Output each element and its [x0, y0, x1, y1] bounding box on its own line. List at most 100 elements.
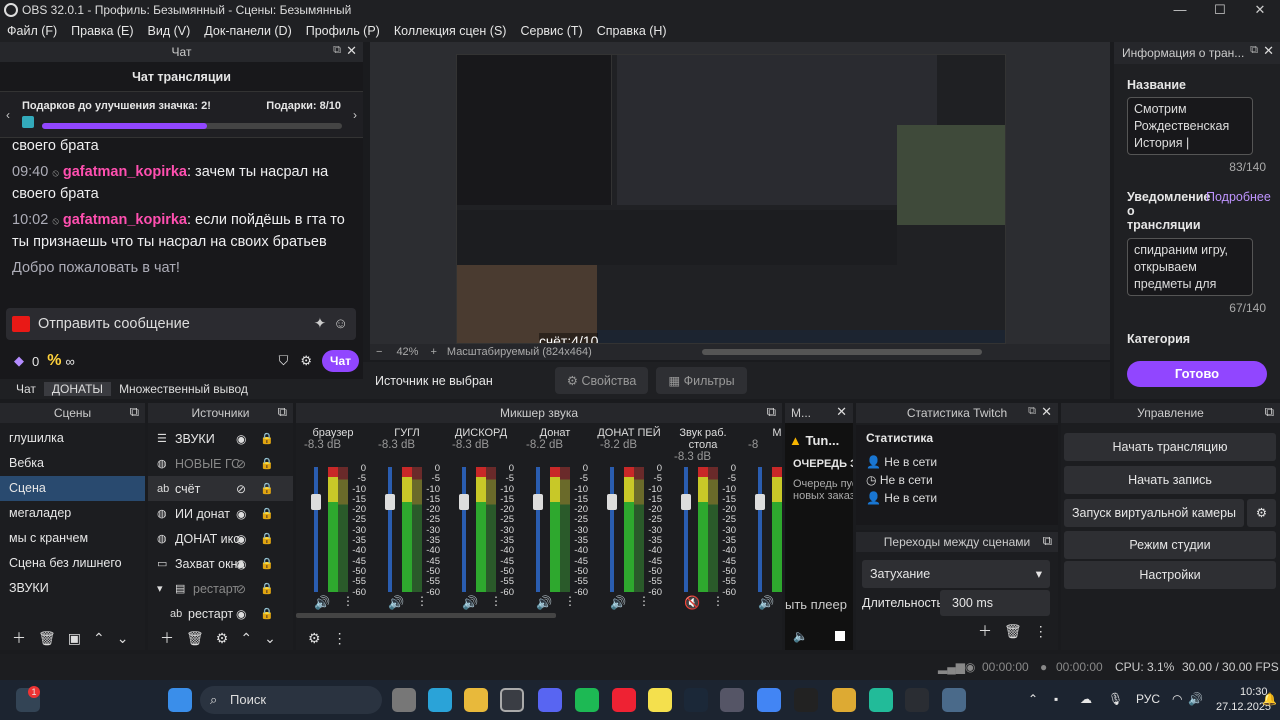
dock-close-icon[interactable]: ✕	[346, 43, 357, 59]
scene-item[interactable]: Сцена без лишнего	[0, 551, 145, 576]
lock-icon[interactable]: 🔒	[260, 557, 274, 570]
next-arrow-icon[interactable]: ›	[353, 108, 357, 122]
undock-icon[interactable]: ⧉	[1043, 533, 1052, 549]
menu-profile[interactable]: Профиль (P)	[299, 24, 387, 38]
lock-icon[interactable]: 🔒	[260, 507, 274, 520]
zoom-out-icon[interactable]: −	[376, 346, 382, 358]
zoom-in-icon[interactable]: +	[430, 346, 436, 358]
eye-icon[interactable]: ◉	[236, 507, 246, 521]
resolve-icon[interactable]	[794, 688, 818, 712]
obs-icon[interactable]	[500, 688, 524, 712]
telegram-icon[interactable]	[428, 688, 452, 712]
discord-icon[interactable]	[538, 688, 562, 712]
volume-fader[interactable]	[462, 467, 466, 592]
fader-knob[interactable]	[459, 494, 469, 510]
wifi-icon[interactable]: ◠	[1172, 692, 1182, 706]
undock-icon[interactable]: ⧉	[1265, 404, 1274, 420]
tray-icon[interactable]: ▪	[1054, 692, 1058, 706]
stop-icon[interactable]	[835, 631, 845, 641]
lock-icon[interactable]: 🔒	[260, 457, 274, 470]
app-icon[interactable]	[905, 688, 929, 712]
preview-scrollbar[interactable]	[701, 349, 982, 355]
msg-user[interactable]: gafatman_kopirka	[63, 212, 187, 228]
scene-item[interactable]: глушилка	[0, 426, 145, 451]
undock-icon[interactable]: ⧉	[1028, 405, 1036, 418]
gear-icon[interactable]: ⚙	[216, 630, 229, 647]
menu-scene-collection[interactable]: Коллекция сцен (S)	[387, 24, 514, 38]
virtual-camera-settings-icon[interactable]: ⚙	[1247, 499, 1276, 527]
fader-knob[interactable]	[681, 494, 691, 510]
lock-icon[interactable]: 🔒	[260, 607, 274, 620]
prev-arrow-icon[interactable]: ‹	[6, 108, 10, 122]
speaker-icon[interactable]: 🔊	[758, 595, 774, 611]
notification-input[interactable]: спидраним игру, открываем предметы для	[1127, 238, 1253, 296]
volume-fader[interactable]	[684, 467, 688, 592]
dock-close-icon[interactable]: ✕	[1263, 43, 1274, 59]
more-icon[interactable]: ⋮	[712, 594, 724, 608]
speaker-icon[interactable]: 🔊	[388, 595, 404, 611]
duration-input[interactable]: 300 ms	[940, 590, 1050, 616]
maximize-button[interactable]: ☐	[1200, 0, 1240, 20]
yandex-icon[interactable]	[612, 688, 636, 712]
done-button[interactable]: Готово	[1127, 361, 1267, 387]
scene-item[interactable]: Вебка	[0, 451, 145, 476]
tab-multistream[interactable]: Множественный вывод	[111, 382, 256, 396]
start-icon[interactable]	[168, 688, 192, 712]
notifications-icon[interactable]: 🔔	[1262, 692, 1277, 706]
menu-tools[interactable]: Сервис (T)	[513, 24, 589, 38]
studio-mode-button[interactable]: Режим студии	[1064, 531, 1276, 559]
undock-icon[interactable]: ⧉	[278, 404, 287, 420]
channel-points-icon[interactable]: %	[47, 352, 61, 370]
volume-fader[interactable]	[388, 467, 392, 592]
down-icon[interactable]: ⌄	[117, 630, 129, 647]
volume-icon[interactable]: 🔈	[793, 629, 808, 643]
title-input[interactable]: Смотрим Рождественская История |	[1127, 97, 1253, 155]
settings-button[interactable]: Настройки	[1064, 561, 1276, 589]
menu-docks[interactable]: Док-панели (D)	[197, 24, 298, 38]
mute-icon[interactable]: 🔇	[684, 595, 700, 611]
trash-icon[interactable]: 🗑	[1004, 623, 1022, 640]
tab-donations[interactable]: ДОНАТЫ	[43, 382, 112, 396]
volume-fader[interactable]	[314, 467, 318, 592]
more-icon[interactable]: ⋮	[342, 594, 354, 608]
dock-close-icon[interactable]: ✕	[836, 404, 847, 420]
app-icon[interactable]	[832, 688, 856, 712]
explorer-icon[interactable]	[464, 688, 488, 712]
more-icon[interactable]: ⋮	[638, 594, 650, 608]
chevron-down-icon[interactable]: ▾	[157, 582, 171, 595]
source-item[interactable]: ◍ НОВЫЕ ГС ⊘ 🔒	[148, 451, 293, 476]
cloud-icon[interactable]: ☁	[1080, 692, 1092, 706]
bits-icon[interactable]: ◆	[14, 353, 24, 369]
source-item[interactable]: ☰ ЗВУКИ ◉ 🔒	[148, 426, 293, 451]
fader-knob[interactable]	[311, 494, 321, 510]
speaker-icon[interactable]: 🔊	[462, 595, 478, 611]
scene-item-selected[interactable]: Сцена	[0, 476, 145, 501]
effects-icon[interactable]: ✦	[314, 316, 326, 332]
app-icon[interactable]	[869, 688, 893, 712]
more-icon[interactable]: ⋮	[564, 594, 576, 608]
start-streaming-button[interactable]: Начать трансляцию	[1064, 433, 1276, 461]
lock-icon[interactable]: 🔒	[260, 532, 274, 545]
transition-select[interactable]: Затухание ▾	[862, 560, 1050, 588]
undock-icon[interactable]: ⧉	[1250, 44, 1258, 57]
up-icon[interactable]: ⌃	[240, 630, 252, 647]
taskview-icon[interactable]	[392, 688, 416, 712]
volume-fader[interactable]	[758, 467, 762, 592]
lock-icon[interactable]: 🔒	[260, 582, 274, 595]
notes-icon[interactable]	[648, 688, 672, 712]
filters-button[interactable]: ▦ Фильтры	[656, 367, 747, 394]
dock-close-icon[interactable]: ✕	[1041, 404, 1052, 420]
language-indicator[interactable]: РУС	[1136, 692, 1160, 706]
chat-input[interactable]: Отправить сообщение ✦ ☺	[6, 308, 356, 340]
fader-knob[interactable]	[533, 494, 543, 510]
eye-hidden-icon[interactable]: ⊘	[236, 457, 246, 471]
source-group[interactable]: ▾ ▤ рестарт ⊘ 🔒	[148, 576, 293, 601]
settings-app-icon[interactable]	[720, 688, 744, 712]
trash-icon[interactable]: 🗑	[38, 630, 56, 647]
minimize-button[interactable]: —	[1160, 0, 1200, 20]
calculator-icon[interactable]	[942, 688, 966, 712]
eye-icon[interactable]: ◉	[236, 607, 246, 621]
more-icon[interactable]: ⋮	[1034, 623, 1048, 640]
start-recording-button[interactable]: Начать запись	[1064, 466, 1276, 494]
steam-icon[interactable]	[684, 688, 708, 712]
